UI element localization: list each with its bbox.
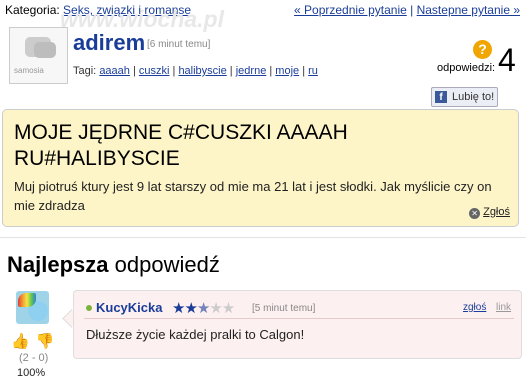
- answer-permalink[interactable]: link: [496, 302, 511, 313]
- half-star-icon: ★: [196, 300, 210, 317]
- report-label: Zgłoś: [483, 206, 510, 218]
- next-question-link[interactable]: Nastepne pytanie »: [417, 3, 520, 17]
- author-avatar[interactable]: samosia: [9, 27, 68, 84]
- thumbs-up-icon[interactable]: 👍: [11, 333, 30, 350]
- tag-link[interactable]: aaaah: [99, 65, 130, 77]
- tag-link[interactable]: jedrne: [236, 65, 267, 77]
- avatar-label: samosia: [14, 66, 44, 75]
- report-question-link[interactable]: ✕ Zgłoś: [469, 206, 510, 219]
- tag-link[interactable]: halibyscie: [178, 65, 226, 77]
- question-body: Muj piotruś ktury jest 9 lat starszy od …: [14, 179, 492, 213]
- question-box: MOJE JĘDRNE C#CUSZKI AAAAH RU#HALIBYSCIE…: [2, 109, 519, 227]
- answer-author-avatar[interactable]: [16, 291, 49, 324]
- best-answer-box: KucyKicka ★★★★★ [5 minut temu] zgłoś lin…: [73, 290, 522, 359]
- best-answer-heading-bold: Najlepsza: [7, 252, 109, 277]
- answer-separator: [84, 318, 514, 319]
- online-status-icon: [86, 305, 92, 311]
- facebook-icon: f: [435, 91, 447, 103]
- thumbs-down-icon[interactable]: 👎: [36, 333, 55, 350]
- rating-stars: ★★★★★: [172, 299, 235, 317]
- best-answer-heading: Najlepsza odpowiedź: [7, 252, 220, 278]
- tags-row: Tagi: aaaah | cuszki | halibyscie | jedr…: [73, 65, 318, 77]
- pony-mane: [18, 293, 36, 307]
- tag-link[interactable]: moje: [275, 65, 299, 77]
- like-label: Lubię to!: [452, 91, 495, 103]
- tags-label: Tagi:: [73, 65, 97, 77]
- report-answer-link[interactable]: zgłoś: [463, 302, 486, 313]
- category-label: Kategoria:: [5, 3, 60, 17]
- question-title: MOJE JĘDRNE C#CUSZKI AAAAH RU#HALIBYSCIE: [14, 121, 348, 170]
- watermark: www.wiocha.pl: [60, 6, 224, 32]
- star-icon: ★★: [172, 300, 198, 317]
- chat-bubble-icon-back: [34, 42, 56, 58]
- question-mark-icon: ?: [473, 40, 492, 59]
- answer-time: [5 minut temu]: [252, 303, 316, 314]
- close-icon: ✕: [469, 208, 481, 219]
- answer-text: Dłuższe życie każdej pralki to Calgon!: [86, 327, 305, 342]
- nav-separator: |: [410, 3, 414, 17]
- answer-author[interactable]: KucyKicka: [96, 300, 162, 315]
- tag-link[interactable]: cuszki: [139, 65, 170, 77]
- tag-link[interactable]: ru: [308, 65, 318, 77]
- answers-count: 4: [498, 42, 516, 78]
- facebook-like-button[interactable]: f Lubię to!: [431, 87, 498, 107]
- question-navigation: « Poprzednie pytanie | Nastepne pytanie …: [294, 3, 520, 17]
- question-author[interactable]: adirem: [73, 30, 145, 56]
- answers-label: odpowiedzi:: [437, 62, 496, 74]
- star-empty-icon: ★★: [209, 300, 235, 317]
- question-time: [6 minut temu]: [147, 39, 211, 50]
- vote-percent: 100%: [17, 367, 46, 379]
- divider: [0, 237, 526, 238]
- prev-question-link[interactable]: « Poprzednie pytanie: [294, 3, 407, 17]
- vote-controls: 👍 👎: [11, 332, 54, 350]
- vote-score: (2 - 0): [19, 352, 49, 364]
- best-answer-heading-rest: odpowiedź: [114, 252, 220, 277]
